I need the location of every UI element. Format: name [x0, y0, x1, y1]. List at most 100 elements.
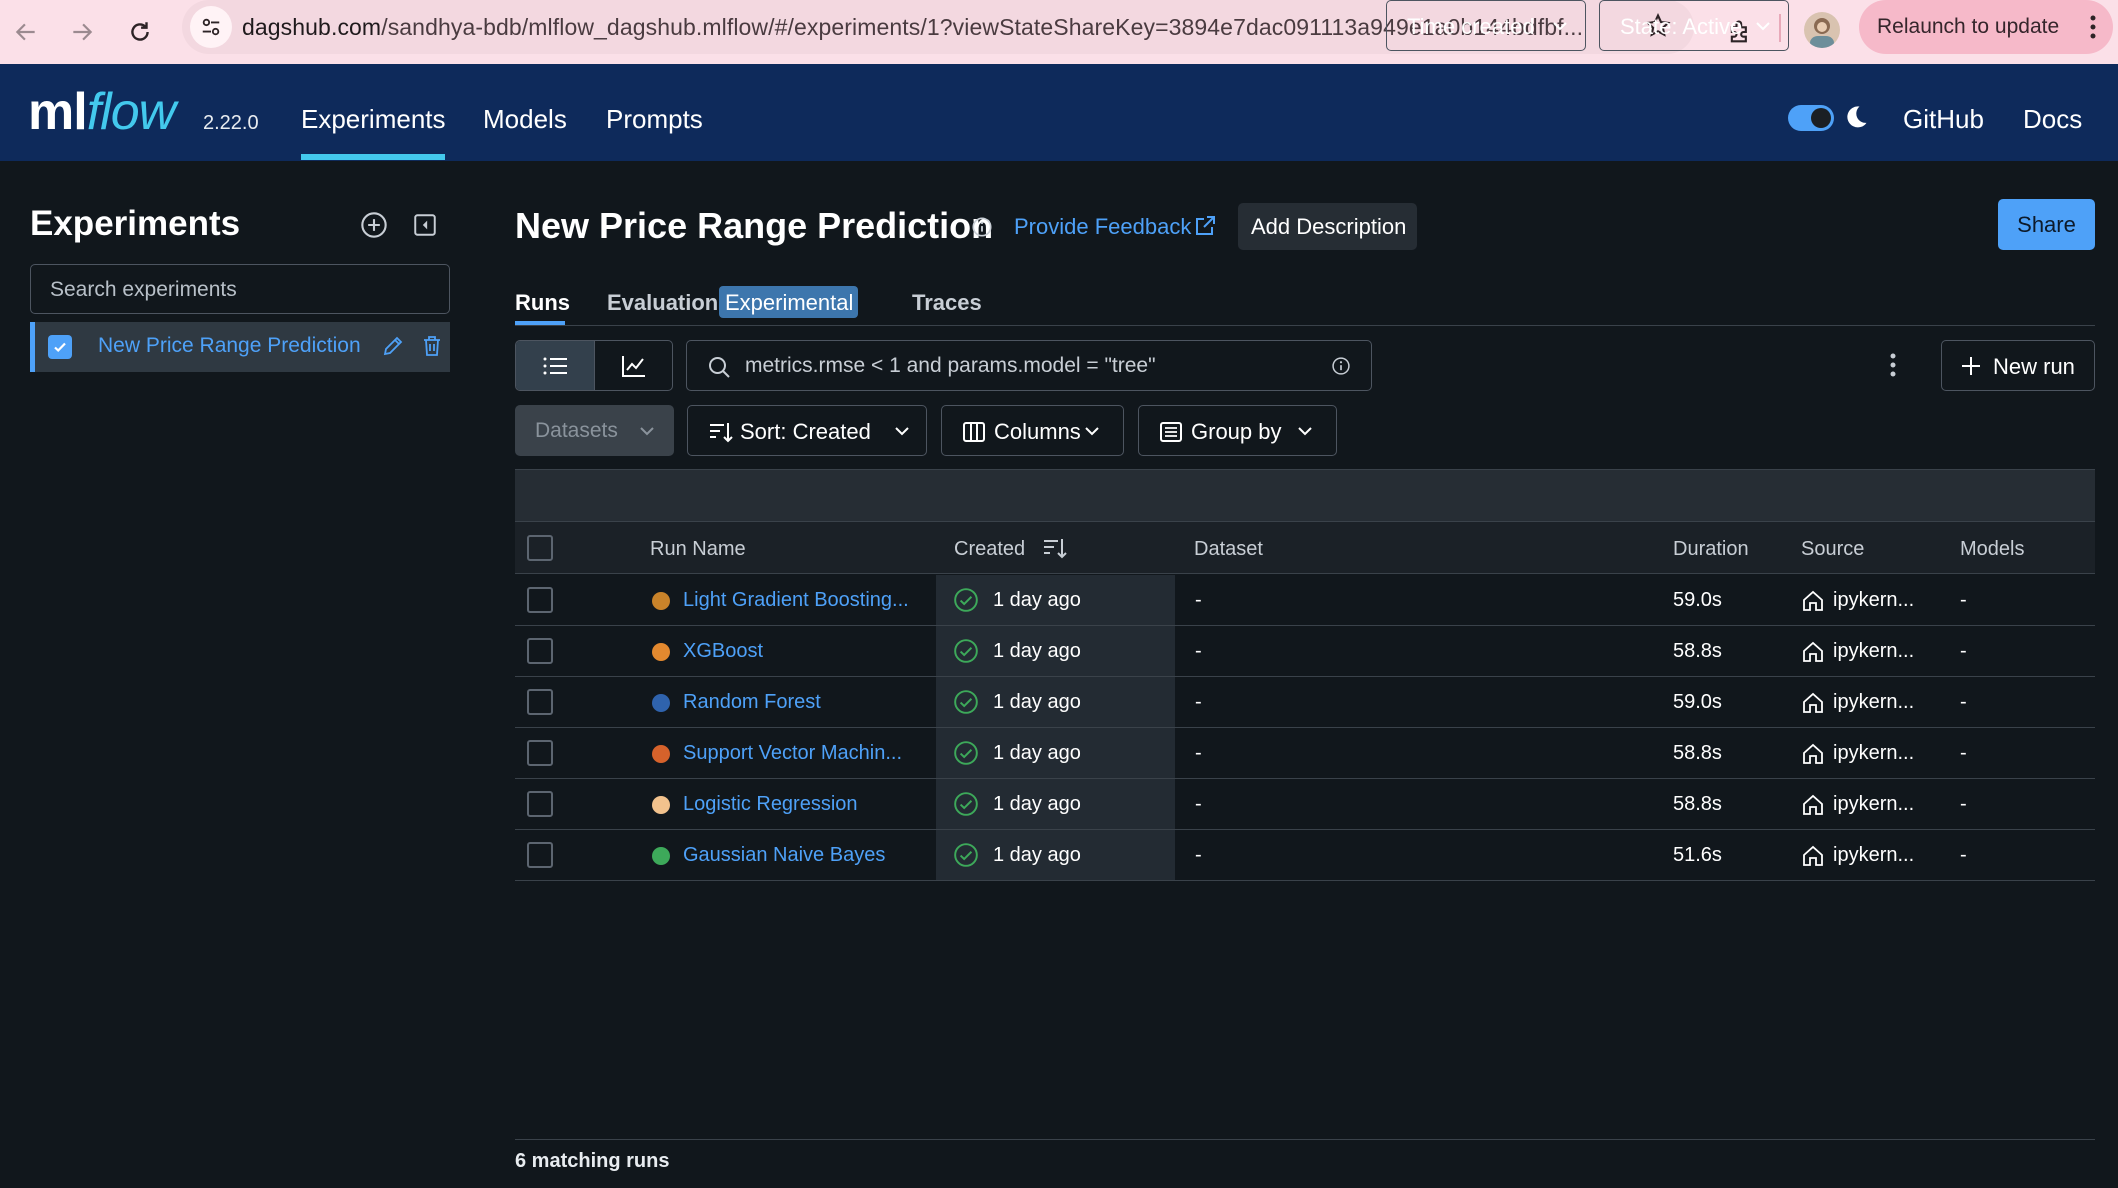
more-options-icon[interactable] — [1889, 350, 1897, 380]
forward-button[interactable] — [58, 8, 106, 56]
collapse-sidebar-icon[interactable] — [410, 210, 440, 240]
time-created-dropdown[interactable]: Time created — [1386, 0, 1586, 51]
table-row[interactable]: Light Gradient Boosting... 1 day ago - 59.0… — [515, 575, 2095, 626]
run-name-link[interactable]: Light Gradient Boosting... — [683, 589, 909, 612]
more-vert-icon[interactable] — [2089, 14, 2097, 40]
row-checkbox[interactable] — [527, 587, 553, 613]
relaunch-button[interactable]: Relaunch to update — [1859, 0, 2113, 54]
mlflow-logo[interactable]: mlflow — [28, 82, 176, 142]
dark-mode-toggle[interactable] — [1788, 105, 1834, 131]
created-cell: 1 day ago — [993, 844, 1081, 866]
dataset-cell: - — [1195, 691, 1202, 713]
profile-avatar[interactable] — [1804, 12, 1840, 48]
column-header-dataset[interactable]: Dataset — [1194, 538, 1263, 561]
external-link-icon[interactable] — [1193, 214, 1217, 238]
tab-evaluation[interactable]: Evaluation — [607, 290, 718, 316]
table-view-button[interactable] — [516, 341, 595, 390]
source-cell[interactable]: ipykern... — [1833, 691, 1914, 714]
edit-pencil-icon[interactable] — [381, 334, 405, 358]
source-cell[interactable]: ipykern... — [1833, 844, 1914, 867]
run-color-dot[interactable] — [652, 745, 670, 763]
table-row[interactable]: XGBoost 1 day ago - 58.8s ipykern... - — [515, 626, 2095, 677]
run-color-dot[interactable] — [652, 643, 670, 661]
sidebar-item-label[interactable]: New Price Range Prediction — [98, 334, 361, 358]
run-name-link[interactable]: XGBoost — [683, 640, 763, 663]
sidebar-item-new-price-range-prediction[interactable]: New Price Range Prediction — [30, 322, 450, 372]
info-icon[interactable] — [971, 216, 993, 238]
run-color-dot[interactable] — [652, 796, 670, 814]
tab-traces[interactable]: Traces — [912, 290, 982, 316]
experiment-search-input[interactable]: Search experiments — [30, 264, 450, 314]
github-link[interactable]: GitHub — [1903, 104, 1984, 135]
view-mode-toggle — [515, 340, 673, 391]
add-description-button[interactable]: Add Description — [1238, 203, 1417, 250]
column-header-run-name[interactable]: Run Name — [650, 538, 746, 561]
duration-cell: 58.8s — [1673, 640, 1722, 662]
select-all-checkbox[interactable] — [527, 535, 553, 561]
check-icon — [54, 342, 66, 353]
add-experiment-icon[interactable] — [359, 210, 389, 240]
state-dropdown[interactable]: State: Active — [1599, 0, 1789, 51]
check-circle-icon — [953, 638, 979, 664]
provide-feedback-link[interactable]: Provide Feedback — [1014, 214, 1191, 240]
notebook-source-icon — [1801, 742, 1825, 766]
source-cell[interactable]: ipykern... — [1833, 589, 1914, 612]
top-navigation: mlflow 2.22.0 Experiments Models Prompts… — [0, 64, 2118, 161]
chevron-down-icon — [894, 424, 910, 438]
row-checkbox[interactable] — [527, 842, 553, 868]
search-info-icon[interactable] — [1331, 356, 1351, 376]
sort-descending-icon[interactable] — [1042, 536, 1068, 560]
run-name-link[interactable]: Random Forest — [683, 691, 821, 714]
row-checkbox[interactable] — [527, 740, 553, 766]
chevron-down-icon — [1552, 19, 1568, 33]
matching-runs-count: 6 matching runs — [515, 1150, 670, 1172]
runs-search-input[interactable]: metrics.rmse < 1 and params.model = "tre… — [686, 340, 1372, 391]
table-row[interactable]: Logistic Regression 1 day ago - 58.8s ipyker… — [515, 779, 2095, 830]
models-cell: - — [1960, 589, 1967, 611]
row-checkbox[interactable] — [527, 791, 553, 817]
new-run-button[interactable]: New run — [1941, 340, 2095, 391]
models-cell: - — [1960, 793, 1967, 815]
models-cell: - — [1960, 742, 1967, 764]
table-row[interactable]: Gaussian Naive Bayes 1 day ago - 51.6s ipyke… — [515, 830, 2095, 881]
back-button[interactable] — [2, 8, 50, 56]
columns-icon — [962, 420, 986, 444]
nav-prompts[interactable]: Prompts — [606, 104, 703, 135]
created-cell: 1 day ago — [993, 793, 1081, 815]
run-name-link[interactable]: Gaussian Naive Bayes — [683, 844, 885, 867]
nav-experiments[interactable]: Experiments — [301, 104, 446, 135]
run-name-link[interactable]: Support Vector Machin... — [683, 742, 902, 765]
row-checkbox[interactable] — [527, 689, 553, 715]
experiment-checkbox[interactable] — [48, 335, 72, 359]
run-name-link[interactable]: Logistic Regression — [683, 793, 858, 816]
reload-button[interactable] — [116, 8, 164, 56]
check-circle-icon — [953, 689, 979, 715]
column-header-duration[interactable]: Duration — [1673, 538, 1749, 561]
column-header-models[interactable]: Models — [1960, 538, 2024, 561]
sort-dropdown[interactable]: Sort: Created — [687, 405, 927, 456]
column-header-source[interactable]: Source — [1801, 538, 1864, 561]
chart-view-button[interactable] — [595, 341, 672, 390]
share-button[interactable]: Share — [1998, 199, 2095, 250]
column-header-created[interactable]: Created — [954, 538, 1025, 561]
source-cell[interactable]: ipykern... — [1833, 742, 1914, 765]
check-circle-icon — [953, 740, 979, 766]
table-row[interactable]: Support Vector Machin... 1 day ago - 58.8s i… — [515, 728, 2095, 779]
run-color-dot[interactable] — [652, 592, 670, 610]
datasets-dropdown[interactable]: Datasets — [515, 405, 674, 456]
delete-trash-icon[interactable] — [420, 333, 444, 359]
columns-dropdown[interactable]: Columns — [941, 405, 1124, 456]
nav-models[interactable]: Models — [483, 104, 567, 135]
group-by-dropdown[interactable]: Group by — [1138, 405, 1337, 456]
run-color-dot[interactable] — [652, 847, 670, 865]
source-cell[interactable]: ipykern... — [1833, 640, 1914, 663]
table-row[interactable]: Random Forest 1 day ago - 59.0s ipykern... - — [515, 677, 2095, 728]
tab-runs[interactable]: Runs — [515, 290, 570, 316]
source-cell[interactable]: ipykern... — [1833, 793, 1914, 816]
plus-icon — [1960, 355, 1982, 377]
run-color-dot[interactable] — [652, 694, 670, 712]
docs-link[interactable]: Docs — [2023, 104, 2082, 135]
row-checkbox[interactable] — [527, 638, 553, 664]
created-cell: 1 day ago — [993, 691, 1081, 713]
site-info-icon[interactable] — [190, 6, 232, 48]
